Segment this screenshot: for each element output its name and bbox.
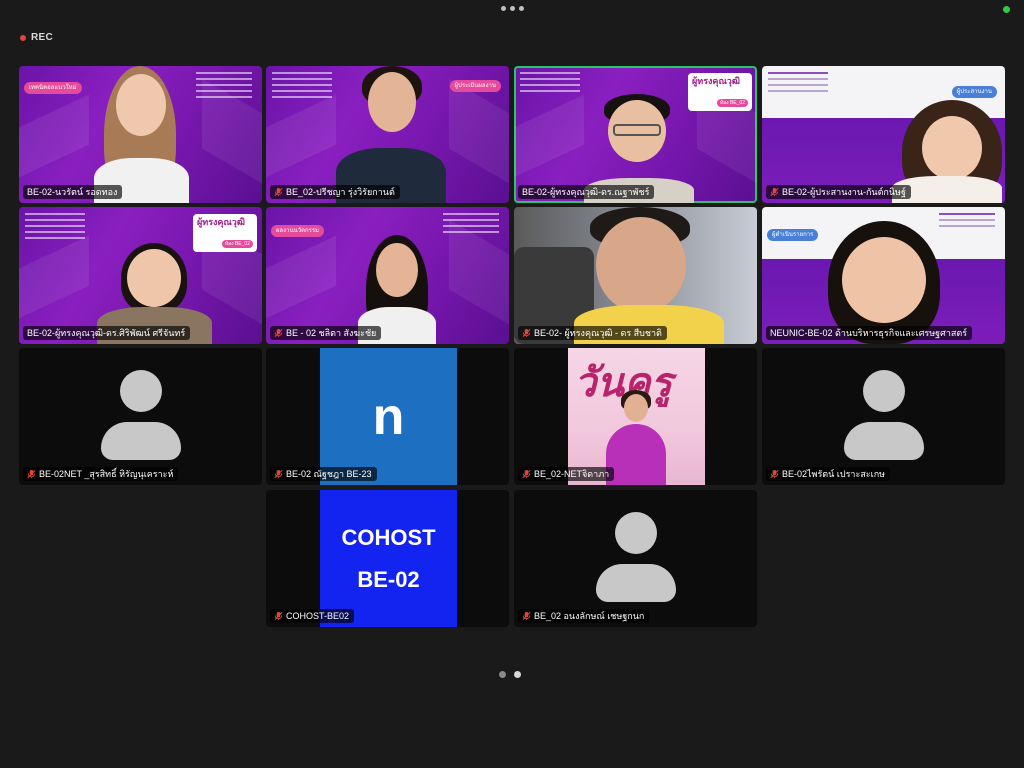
recording-label: REC xyxy=(31,32,54,43)
slide-text xyxy=(272,72,332,112)
video-tile[interactable]: ผู้ประเมินผลงาน BE_02-ปรีชญา รุ่งวิรัยกา… xyxy=(266,66,509,203)
participant-name-label: BE-02-ผู้ทรงคุณวุฒิ-ดร.ณฐาพัชร์ xyxy=(518,185,655,199)
video-tile[interactable]: BE-02- ผู้ทรงคุณวุฒิ - ดร สืบชาติ xyxy=(514,207,757,344)
video-tile[interactable]: วันครู BE_02-NETจิดาภา xyxy=(514,348,757,485)
mic-muted-icon xyxy=(274,187,283,197)
slide-chip: เทคนิคอลแนวใหม่ xyxy=(24,82,82,94)
video-tile[interactable]: COHOST BE-02 COHOST-BE02 xyxy=(266,490,509,627)
role-badge: ผู้ทรงคุณวุฒิ ห้อง BE_02 xyxy=(193,214,257,252)
slide-text xyxy=(443,213,499,253)
participant-name-label: BE_02 อนงลักษณ์ เชษฐกนก xyxy=(518,609,650,623)
video-tile-active-speaker[interactable]: ผู้ทรงคุณวุฒิ ห้อง BE_02 BE-02-ผู้ทรงคุณ… xyxy=(514,66,757,203)
slide-chip: ผู้ดำเนินรายการ xyxy=(767,229,819,241)
participant-name-label: BE-02ไพรัตน์ เปราะสะเกษ xyxy=(766,467,891,481)
slide-chip: ผู้ประสานงาน xyxy=(951,86,997,98)
slide-text xyxy=(939,213,995,253)
mic-muted-icon xyxy=(522,469,531,479)
meeting-gallery-view: REC เทคนิคอลแนวใหม่ BE-02-นวรัตน์ รอดทอง… xyxy=(0,0,1024,768)
connection-status-indicator xyxy=(1003,6,1010,13)
video-tile[interactable]: n BE-02 ณัฐชฎา BE-23 xyxy=(266,348,509,485)
slide-text xyxy=(25,213,85,253)
mic-muted-icon xyxy=(770,187,779,197)
video-tile[interactable]: BE-02ไพรัตน์ เปราะสะเกษ xyxy=(762,348,1005,485)
slide-chip: ผลงานนวัตกรรม xyxy=(271,225,324,237)
page-dot-1[interactable] xyxy=(499,671,506,678)
participant-name-label: BE-02- ผู้ทรงคุณวุฒิ - ดร สืบชาติ xyxy=(518,326,667,340)
mic-muted-icon xyxy=(27,469,36,479)
video-tile[interactable]: ผู้ทรงคุณวุฒิ ห้อง BE_02 BE-02-ผู้ทรงคุณ… xyxy=(19,207,262,344)
cohost-card: COHOST BE-02 xyxy=(320,490,457,627)
more-options-icon[interactable] xyxy=(501,6,524,11)
mic-muted-icon xyxy=(274,469,283,479)
participant-name-label: BE-02-ผู้ประสานงาน-กันต์กนิษฐ์ xyxy=(766,185,911,199)
video-tile[interactable]: เทคนิคอลแนวใหม่ BE-02-นวรัตน์ รอดทอง xyxy=(19,66,262,203)
video-tile[interactable]: ผู้ประสานงาน BE-02-ผู้ประสานงาน-กันต์กนิ… xyxy=(762,66,1005,203)
mic-muted-icon xyxy=(274,611,283,621)
slide-text xyxy=(768,72,828,112)
page-dot-2-current[interactable] xyxy=(514,671,521,678)
role-badge: ผู้ทรงคุณวุฒิ ห้อง BE_02 xyxy=(688,73,752,111)
participant-name-label: BE-02-ผู้ทรงคุณวุฒิ-ดร.ศิริพัฒน์ ศรีจันท… xyxy=(23,326,191,340)
mic-muted-icon xyxy=(770,469,779,479)
slide-text xyxy=(520,72,580,112)
avatar-placeholder-icon xyxy=(595,512,676,607)
slide-chip: ผู้ประเมินผลงาน xyxy=(449,80,501,92)
mic-muted-icon xyxy=(522,328,531,338)
video-tile[interactable]: ผลงานนวัตกรรม BE - 02 ชลิตา สังฆะชัย xyxy=(266,207,509,344)
participant-name-label: BE-02 ณัฐชฎา BE-23 xyxy=(270,467,377,481)
mic-muted-icon xyxy=(274,328,283,338)
participant-name-label: BE-02-นวรัตน์ รอดทอง xyxy=(23,185,123,199)
slide-text xyxy=(196,72,252,112)
recording-indicator: REC xyxy=(20,32,53,43)
participant-name-label: BE-02NET _สุรสิทธิ์ หิรัญนุเคราะห์ xyxy=(23,467,179,481)
avatar-placeholder-icon xyxy=(100,370,181,465)
video-tile[interactable]: BE-02NET _สุรสิทธิ์ หิรัญนุเคราะห์ xyxy=(19,348,262,485)
participant-name-label: BE - 02 ชลิตา สังฆะชัย xyxy=(270,326,382,340)
video-tile[interactable]: ผู้ดำเนินรายการ NEUNIC-BE-02 ด้านบริหารธ… xyxy=(762,207,1005,344)
record-dot-icon xyxy=(20,34,26,41)
gallery-pager[interactable] xyxy=(499,671,521,678)
participant-name-label: NEUNIC-BE-02 ด้านบริหารธุรกิจและเศรษฐศาส… xyxy=(766,326,973,340)
profile-initial-card: n xyxy=(320,348,457,485)
avatar-placeholder-icon xyxy=(843,370,924,465)
video-tile[interactable]: BE_02 อนงลักษณ์ เชษฐกนก xyxy=(514,490,757,627)
mic-muted-icon xyxy=(522,611,531,621)
participant-name-label: BE_02-NETจิดาภา xyxy=(518,467,615,481)
participant-name-label: BE_02-ปรีชญา รุ่งวิรัยกานต์ xyxy=(270,185,400,199)
participant-name-label: COHOST-BE02 xyxy=(270,609,355,623)
profile-photo: วันครู xyxy=(568,348,705,485)
